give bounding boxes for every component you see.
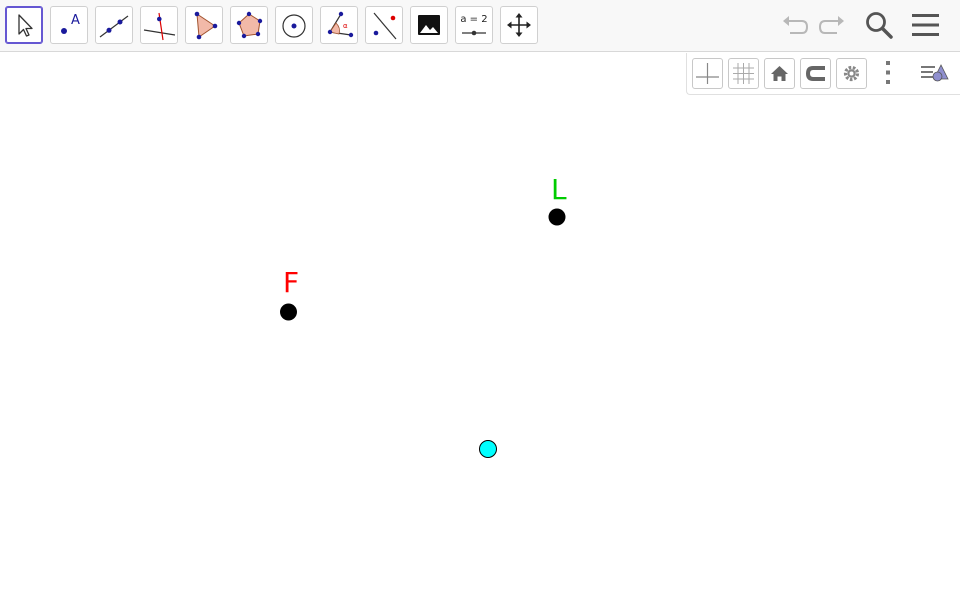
circle-center-point-icon xyxy=(282,14,306,38)
tool-polygon[interactable] xyxy=(185,6,223,44)
move-graphics-view-icon xyxy=(507,13,531,37)
tool-regular-polygon[interactable] xyxy=(230,6,268,44)
tool-move-graphics-view[interactable] xyxy=(500,6,538,44)
main-menu-button[interactable] xyxy=(909,8,943,42)
angle-icon: α xyxy=(327,11,354,38)
tool-circle[interactable] xyxy=(275,6,313,44)
perpendicular-line-icon xyxy=(143,12,176,41)
menu-icon xyxy=(912,14,939,36)
tool-angle[interactable]: α xyxy=(320,6,358,44)
undo-icon xyxy=(783,16,809,34)
polygon-icon xyxy=(194,11,218,40)
tool-point[interactable]: A xyxy=(50,6,88,44)
point-icon: A xyxy=(61,13,80,34)
undo-button[interactable] xyxy=(778,8,812,42)
graphics-canvas[interactable]: L F xyxy=(0,53,960,600)
point-label-F: F xyxy=(283,266,299,299)
point-F[interactable] xyxy=(280,303,297,321)
slider-icon xyxy=(462,30,486,36)
search-button[interactable] xyxy=(862,8,896,42)
graphics-view[interactable]: L F xyxy=(0,53,960,600)
main-toolbar: A α a = 2 xyxy=(0,0,960,52)
reflect-about-line-icon xyxy=(373,12,397,40)
angle-icon-glyph: α xyxy=(343,22,348,30)
point-icon-glyph: A xyxy=(71,13,80,28)
image-icon xyxy=(418,15,440,35)
redo-icon xyxy=(818,16,844,34)
tool-slider[interactable]: a = 2 xyxy=(455,6,493,44)
search-icon xyxy=(866,12,893,39)
line-through-points-icon xyxy=(99,15,129,38)
tool-reflect[interactable] xyxy=(365,6,403,44)
tool-perpendicular[interactable] xyxy=(140,6,178,44)
tool-move[interactable] xyxy=(5,6,43,44)
tool-image[interactable] xyxy=(410,6,448,44)
point-L[interactable] xyxy=(548,208,566,226)
arrow-pointer-icon xyxy=(18,14,33,37)
redo-button[interactable] xyxy=(815,8,849,42)
regular-polygon-icon xyxy=(236,11,263,39)
tool-line[interactable] xyxy=(95,6,133,44)
point-label-L: L xyxy=(551,173,567,206)
point-unnamed[interactable] xyxy=(479,440,497,458)
